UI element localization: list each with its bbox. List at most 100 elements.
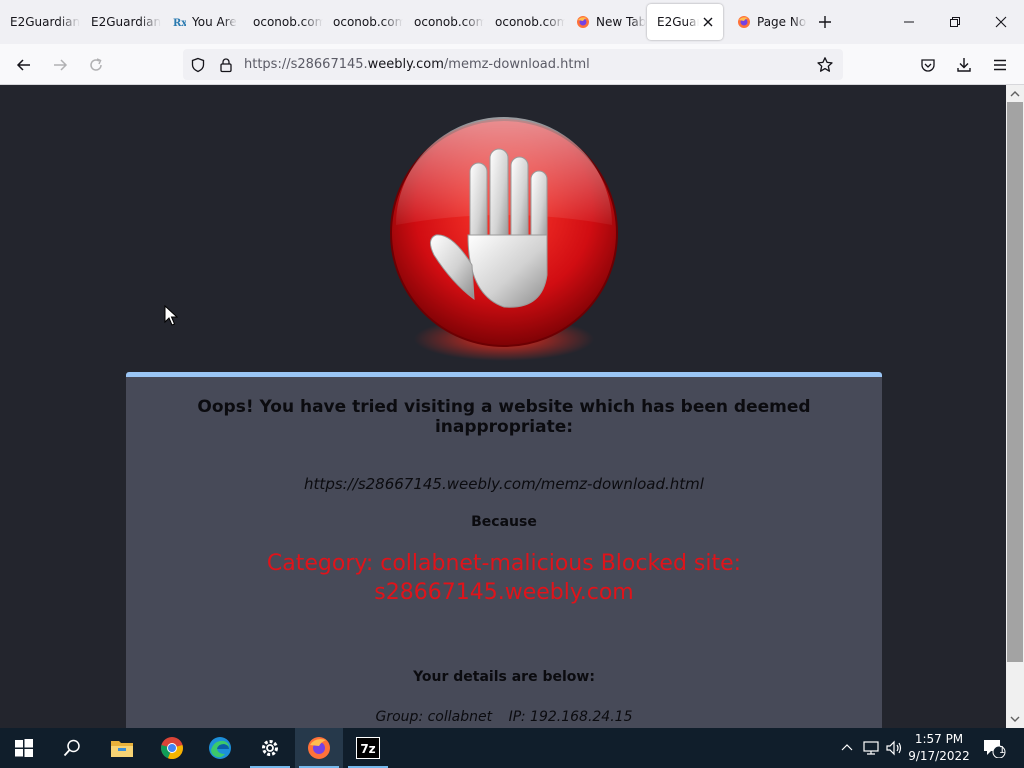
- url-text[interactable]: https://s28667145.weebly.com/memz-downlo…: [244, 57, 590, 72]
- bookmark-star-icon[interactable]: [816, 56, 834, 74]
- close-icon: [995, 16, 1007, 28]
- navigation-toolbar: https://s28667145.weebly.com/memz-downlo…: [0, 44, 1024, 85]
- url-prefix: https://s28667145.: [244, 57, 368, 72]
- close-window-button[interactable]: [989, 10, 1013, 34]
- taskbar-clock[interactable]: 1:57 PM 9/17/2022: [906, 731, 972, 765]
- minimize-icon: [904, 21, 914, 23]
- clock-date: 9/17/2022: [908, 749, 970, 763]
- tab-page-not[interactable]: Page Not: [727, 4, 807, 40]
- settings-gear-icon: [262, 740, 278, 756]
- tab-oconob-1[interactable]: oconob.com: [243, 4, 323, 40]
- tab-e2guardian-active[interactable]: E2Guardian: [647, 4, 723, 40]
- clock-time: 1:57 PM: [914, 732, 964, 746]
- group-value: Group: collabnet: [375, 709, 493, 725]
- tab-label: oconob.com: [414, 15, 484, 29]
- shield-icon[interactable]: [189, 56, 207, 74]
- close-tab-icon[interactable]: [701, 15, 715, 29]
- tab-e2guardian-2[interactable]: E2Guardian: [81, 4, 161, 40]
- block-message-panel: Oops! You have tried visiting a website …: [126, 372, 882, 728]
- scroll-down-arrow-icon[interactable]: [1010, 714, 1020, 724]
- restore-icon: [950, 17, 960, 27]
- firefox-icon: [576, 15, 590, 29]
- file-explorer-button[interactable]: [98, 728, 146, 768]
- tab-label: E2Guardian: [91, 15, 161, 29]
- edge-icon: [209, 737, 231, 759]
- url-bar[interactable]: https://s28667145.weebly.com/memz-downlo…: [183, 49, 843, 80]
- start-button[interactable]: [0, 728, 48, 768]
- downloads-button[interactable]: [952, 53, 976, 77]
- lock-icon[interactable]: [217, 56, 235, 74]
- vertical-scrollbar[interactable]: [1006, 85, 1024, 728]
- 7zip-label: 7z: [360, 742, 375, 756]
- svg-text:Rx: Rx: [173, 18, 186, 29]
- volume-button[interactable]: [884, 738, 904, 758]
- tab-label: E2Guardian: [10, 15, 80, 29]
- back-arrow-icon: [16, 59, 30, 71]
- 7zip-icon: 7z: [356, 737, 380, 759]
- search-button[interactable]: [48, 728, 96, 768]
- because-label: Because: [471, 514, 537, 530]
- file-explorer-icon: [111, 741, 133, 757]
- tab-oconob-2[interactable]: oconob.com: [323, 4, 403, 40]
- forward-button[interactable]: [48, 53, 72, 77]
- details-title: Your details are below:: [413, 669, 595, 685]
- pocket-icon: [921, 59, 935, 72]
- windows-logo-icon: [15, 739, 33, 757]
- tab-new-tab[interactable]: New Tab: [566, 4, 646, 40]
- pocket-button[interactable]: [916, 53, 940, 77]
- scroll-up-arrow-icon[interactable]: [1010, 89, 1020, 99]
- tab-oconob-4[interactable]: oconob.com: [485, 4, 565, 40]
- 7zip-button[interactable]: 7z: [344, 728, 392, 768]
- minimize-button[interactable]: [897, 10, 921, 34]
- network-button[interactable]: [861, 738, 881, 758]
- new-tab-button[interactable]: [814, 11, 836, 33]
- search-icon: [63, 739, 80, 757]
- mouse-cursor-icon: [164, 305, 178, 326]
- ip-value: IP: 192.168.24.15: [508, 709, 633, 725]
- chrome-button[interactable]: [148, 728, 196, 768]
- speaker-icon: [886, 740, 902, 756]
- windows-taskbar: 7z 1:57 PM 9/17/2022 1: [0, 728, 1024, 768]
- tab-label: oconob.com: [495, 15, 565, 29]
- block-reason: Category: collabnet-malicious Blocked si…: [266, 551, 742, 605]
- download-icon: [957, 58, 971, 72]
- tab-e2guardian-1[interactable]: E2Guardian: [0, 4, 80, 40]
- firefox-icon: [308, 737, 330, 759]
- settings-button[interactable]: [246, 728, 294, 768]
- tab-label: You Are: [192, 15, 237, 29]
- rx-icon: Rx: [172, 15, 186, 29]
- tab-label: New Tab: [596, 15, 646, 29]
- blocked-url: https://s28667145.weebly.com/memz-downlo…: [304, 475, 704, 493]
- tab-label: oconob.com: [253, 15, 323, 29]
- block-title: Oops! You have tried visiting a website …: [197, 397, 811, 437]
- back-button[interactable]: [12, 53, 36, 77]
- tab-strip: E2Guardian E2Guardian Rx You Are oconob.…: [0, 0, 1024, 44]
- tab-you-are[interactable]: Rx You Are: [162, 4, 242, 40]
- user-details: Group: collabnet IP: 192.168.24.15: [126, 709, 882, 725]
- url-domain: weebly.com: [367, 57, 444, 72]
- restore-button[interactable]: [943, 10, 967, 34]
- url-path: /memz-download.html: [443, 57, 590, 72]
- reload-button[interactable]: [84, 53, 108, 77]
- chevron-up-icon: [841, 744, 853, 751]
- page-content: Oops! You have tried visiting a website …: [0, 85, 1006, 728]
- network-icon: [863, 741, 879, 755]
- stop-hand-icon: [390, 117, 618, 361]
- firefox-taskbar-button[interactable]: [295, 728, 343, 768]
- plus-icon: [819, 16, 831, 28]
- scrollbar-thumb[interactable]: [1007, 102, 1023, 662]
- tab-label: E2Guardian: [657, 15, 699, 29]
- reload-icon: [90, 58, 102, 71]
- forward-arrow-icon: [54, 59, 68, 71]
- chrome-icon: [161, 737, 184, 760]
- tab-oconob-3[interactable]: oconob.com: [404, 4, 484, 40]
- firefox-icon: [737, 15, 751, 29]
- edge-button[interactable]: [196, 728, 244, 768]
- tab-label: oconob.com: [333, 15, 403, 29]
- hamburger-menu-icon: [994, 59, 1006, 71]
- menu-button[interactable]: [988, 53, 1012, 77]
- notification-count: 1: [998, 745, 1006, 756]
- show-hidden-icons-button[interactable]: [837, 738, 857, 758]
- action-center-button[interactable]: 1: [982, 738, 1006, 758]
- tab-label: Page Not: [757, 15, 807, 29]
